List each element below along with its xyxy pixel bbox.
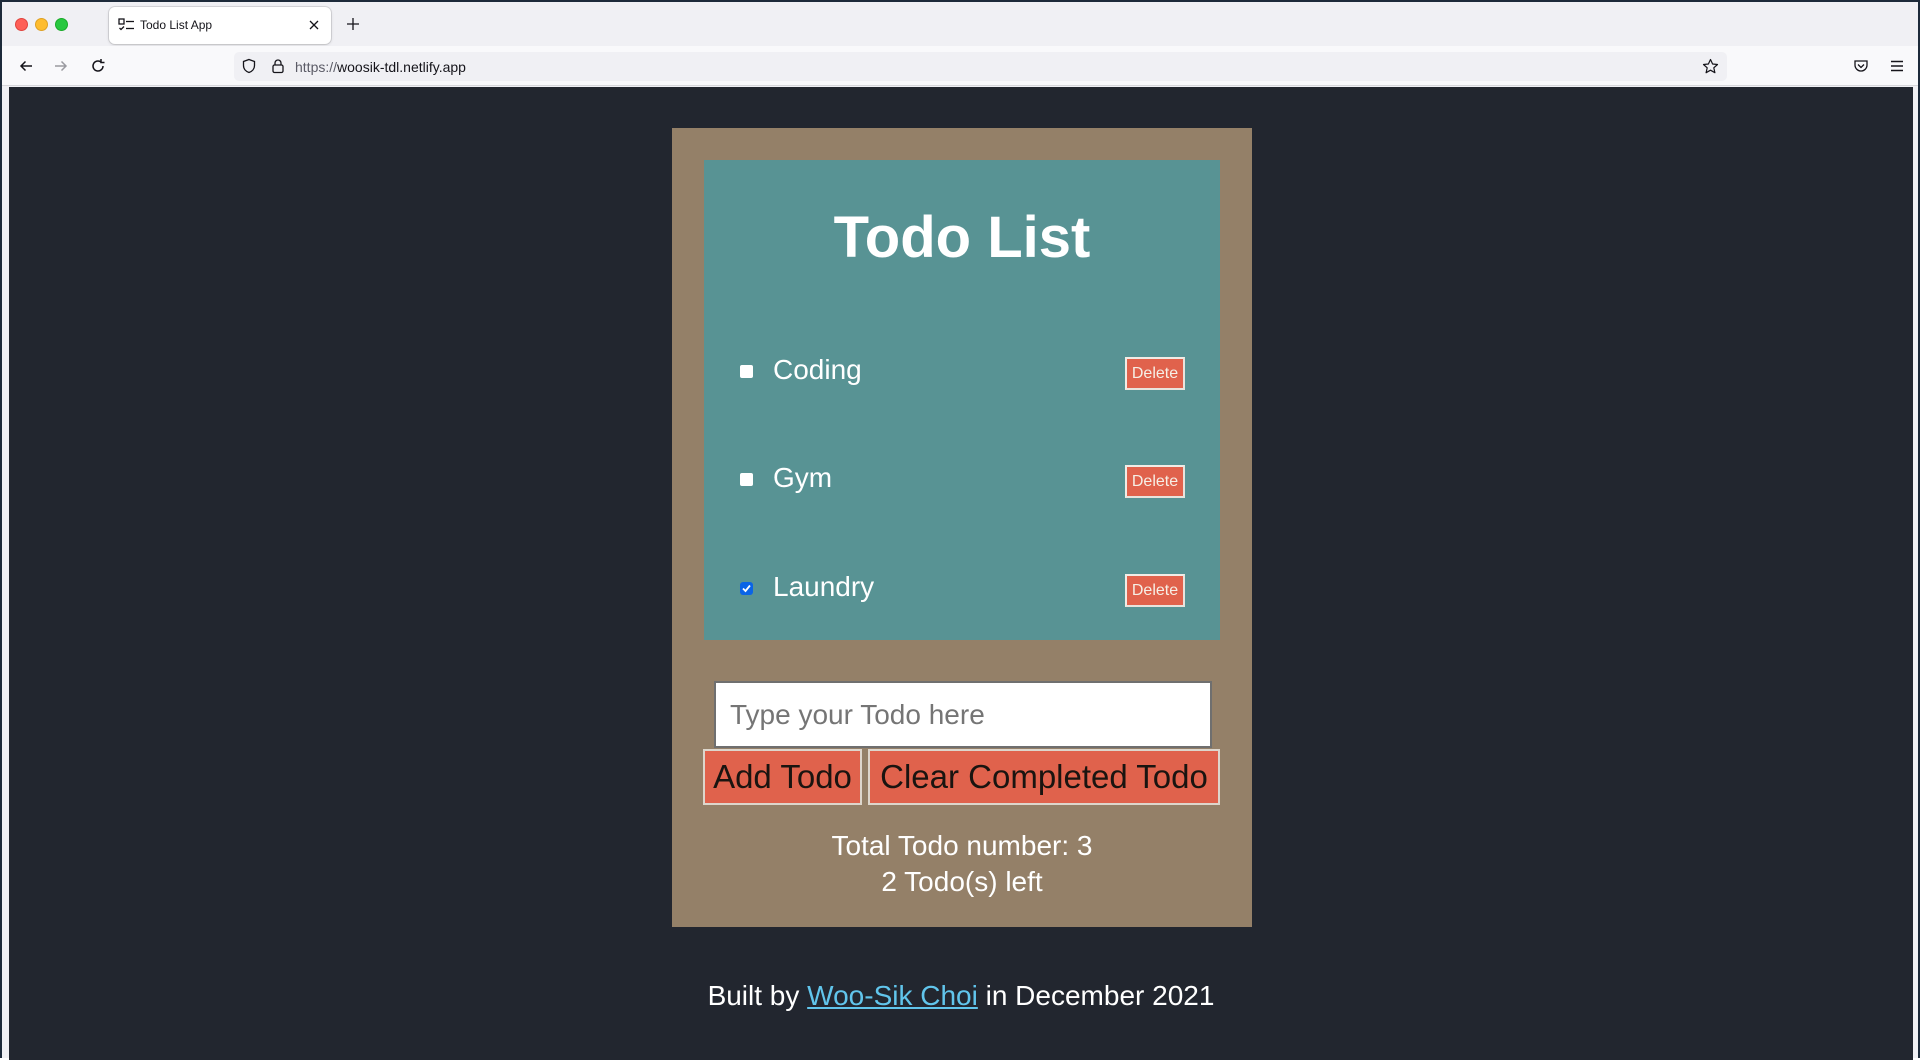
shield-icon[interactable] [241,58,257,74]
url-scheme: https:// [295,59,338,75]
page-title: Todo List [833,205,1091,270]
todo-checkbox[interactable] [740,473,753,486]
bookmark-star-icon[interactable] [1702,58,1719,75]
todos-left-count: 2 Todo(s) left [881,866,1043,897]
browser-window: Todo List App https://woosik-tdl.netlify… [0,0,1920,1060]
menu-icon[interactable] [1889,58,1905,74]
page-content: Todo List Coding Delete Gym Delete Laund… [9,87,1913,1060]
todo-text: Gym [773,462,833,493]
new-tab-button[interactable] [342,13,364,35]
forward-icon[interactable] [49,54,73,78]
close-icon[interactable] [305,16,323,34]
todo-stats: Total Todo number: 3 2 Todo(s) left [672,828,1252,900]
delete-button[interactable]: Delete [1125,465,1185,498]
footer: Built by Woo-Sik Choi in December 2021 [9,980,1913,1012]
back-icon[interactable] [14,54,38,78]
pocket-icon[interactable] [1853,58,1869,74]
author-link[interactable]: Woo-Sik Choi [807,980,978,1011]
url-text[interactable]: https://woosik-tdl.netlify.app [295,59,466,75]
reload-icon[interactable] [86,54,110,78]
close-window-button[interactable] [15,18,28,31]
todo-checkbox-checked[interactable] [740,582,753,595]
tab-todo-list-app[interactable]: Todo List App [109,7,331,44]
url-host: woosik-tdl.netlify.app [337,59,466,75]
todo-favicon-icon [118,18,135,33]
todo-checkbox[interactable] [740,365,753,378]
total-todo-count: Total Todo number: 3 [831,830,1093,861]
tab-title: Todo List App [140,18,213,32]
delete-button[interactable]: Delete [1125,357,1185,390]
navigation-toolbar: https://woosik-tdl.netlify.app [2,46,1918,86]
lock-icon[interactable] [270,58,286,74]
todo-input[interactable] [714,681,1212,748]
url-bar[interactable]: https://woosik-tdl.netlify.app [234,52,1727,81]
todo-item: Coding Delete [704,346,1220,396]
clear-completed-button[interactable]: Clear Completed Todo [868,749,1220,805]
delete-button[interactable]: Delete [1125,574,1185,607]
tab-strip: Todo List App [2,2,1918,46]
checkmark-icon [742,584,751,593]
todo-text: Laundry [773,571,875,602]
plus-icon [347,18,359,30]
footer-suffix: in December 2021 [985,980,1215,1011]
todo-item: Gym Delete [704,454,1220,504]
add-todo-button[interactable]: Add Todo [703,749,862,805]
maximize-window-button[interactable] [55,18,68,31]
minimize-window-button[interactable] [35,18,48,31]
footer-prefix: Built by [707,980,800,1011]
todo-list-panel: Todo List Coding Delete Gym Delete Laund… [704,160,1220,640]
todo-text: Coding [773,354,862,385]
todo-card: Todo List Coding Delete Gym Delete Laund… [672,128,1252,927]
todo-item: Laundry Delete [704,563,1220,613]
